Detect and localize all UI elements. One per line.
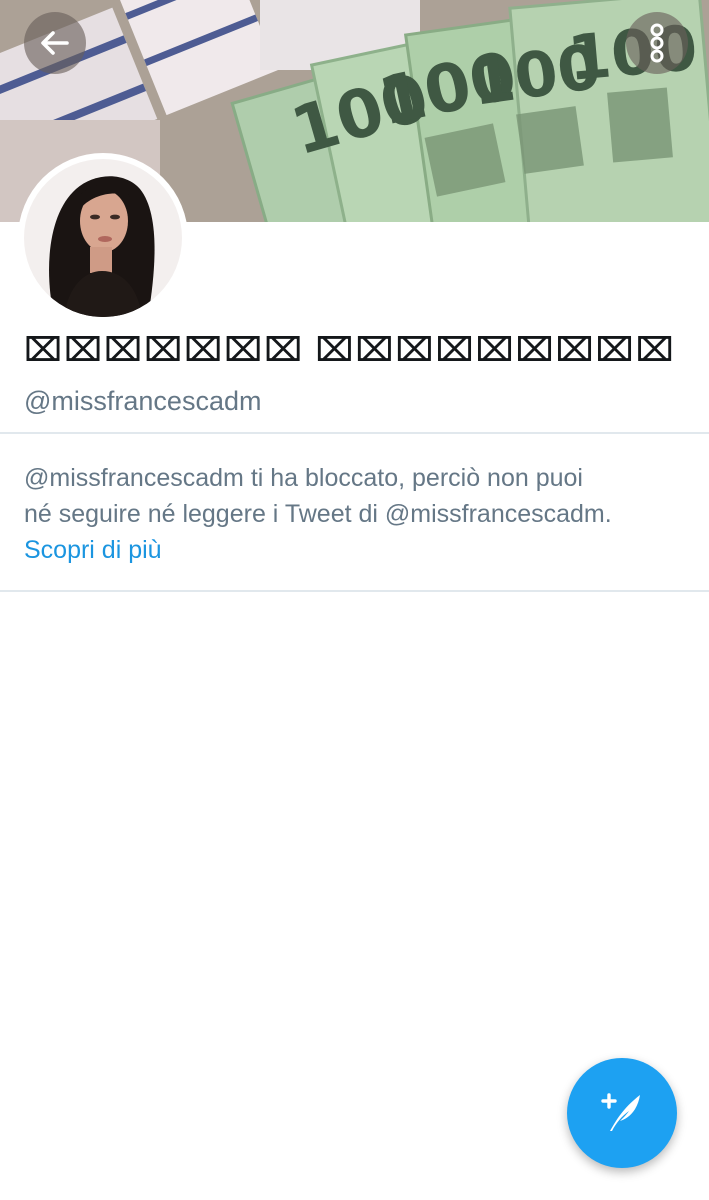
avatar[interactable] bbox=[18, 153, 188, 323]
compose-tweet-icon bbox=[594, 1083, 650, 1144]
learn-more-link[interactable]: Scopri di più bbox=[24, 532, 162, 568]
blocked-notice-line-2: né seguire né leggere i Tweet di @missfr… bbox=[24, 500, 612, 528]
compose-tweet-button[interactable] bbox=[567, 1058, 677, 1168]
blocked-notice-line-1: @missfrancescadm ti ha bloccato, perciò … bbox=[24, 464, 583, 492]
avatar-image bbox=[24, 159, 182, 317]
more-options-button[interactable] bbox=[626, 12, 688, 74]
more-vertical-icon bbox=[647, 23, 667, 63]
divider bbox=[0, 590, 709, 592]
blocked-notice: @missfrancescadm ti ha bloccato, perciò … bbox=[24, 460, 694, 568]
arrow-left-icon bbox=[37, 25, 73, 61]
profile-screen: 100 100 100 100 bbox=[0, 0, 709, 1200]
back-button[interactable] bbox=[24, 12, 86, 74]
divider bbox=[0, 432, 709, 434]
profile-display-name: ⌧⌧⌧⌧⌧⌧⌧ ⌧⌧⌧⌧⌧⌧⌧⌧⌧ bbox=[24, 331, 676, 368]
profile-handle: @missfrancescadm bbox=[24, 386, 262, 416]
